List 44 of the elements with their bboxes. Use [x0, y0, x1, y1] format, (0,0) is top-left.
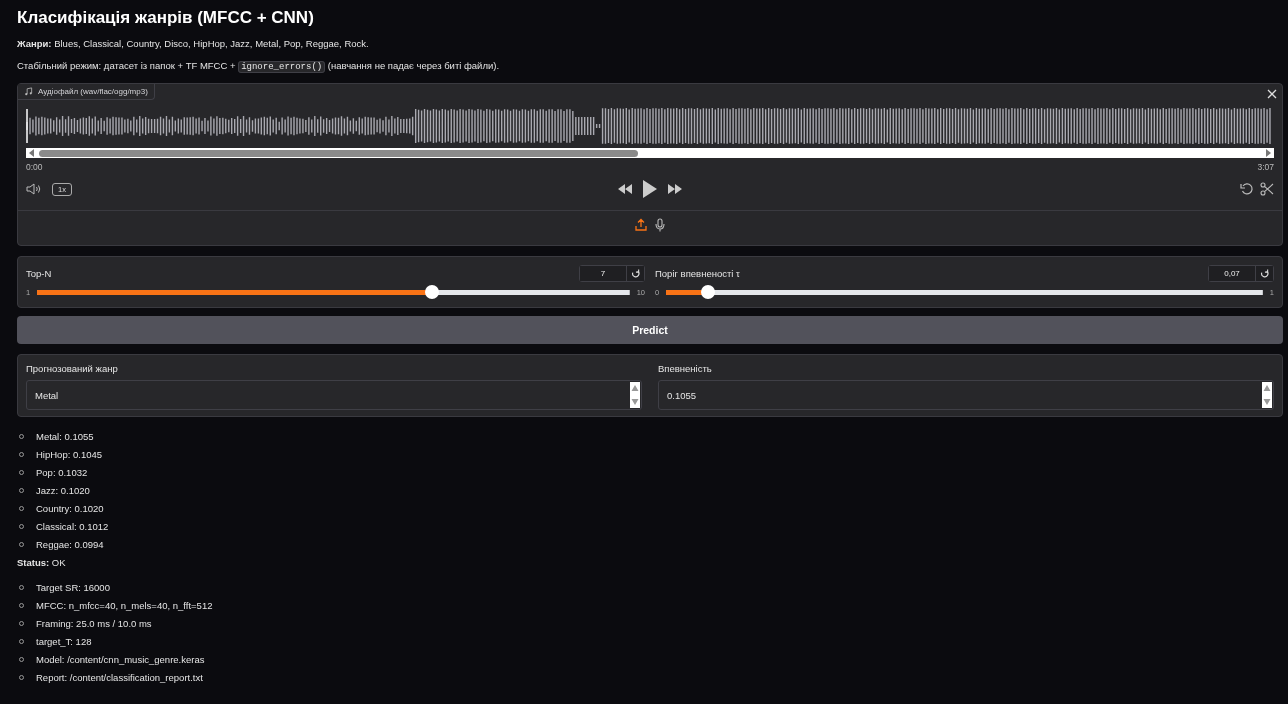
detail-item: Framing: 25.0 ms / 10.0 ms: [36, 617, 152, 629]
slider-label: Поріг впевненості τ: [655, 268, 740, 279]
scissors-icon[interactable]: [1260, 182, 1274, 196]
score-item: Jazz: 0.1020: [36, 484, 90, 496]
score-item: Pop: 0.1032: [36, 466, 88, 478]
score-item: Classical: 0.1012: [36, 520, 109, 532]
scrollbar-thumb[interactable]: [39, 149, 638, 157]
slider-label: Top-N: [26, 268, 52, 279]
rewind-icon[interactable]: [617, 183, 633, 195]
score-item: Reggae: 0.0994: [36, 538, 104, 550]
spinner-icon[interactable]: [630, 382, 640, 408]
score-item: HipHop: 0.1045: [36, 448, 103, 460]
close-icon[interactable]: [1267, 89, 1277, 99]
slider-thumb[interactable]: [700, 285, 715, 299]
scroll-left-icon[interactable]: [28, 149, 36, 157]
output-label: Впевненість: [658, 363, 713, 374]
status-text: Status: OK: [17, 557, 67, 568]
genres-text: Жанри: Blues, Classical, Country, Disco, HipHop, Jazz, Metal, Pop, Reggae, Rock.: [17, 38, 370, 49]
slider-thumb[interactable]: [425, 285, 440, 299]
undo-icon[interactable]: [1240, 182, 1254, 196]
page-title: Класифікація жанрів (MFCC + CNN): [17, 8, 315, 28]
end-time: 3:07: [1257, 162, 1274, 172]
microphone-icon[interactable]: [655, 217, 665, 232]
score-item: Country: 0.1020: [36, 502, 104, 514]
mode-description: Стабільний режим: датасет із папок + TF MFCC + ignore_errors() (навчання не падає через биті файли).: [17, 60, 501, 72]
start-time: 0:00: [26, 162, 43, 172]
detail-item: Report: /content/classification_report.txt: [36, 671, 203, 683]
predict-button[interactable]: Predict: [17, 316, 1283, 344]
play-icon[interactable]: [642, 179, 658, 199]
scroll-right-icon[interactable]: [1264, 149, 1272, 157]
music-note-icon: [24, 87, 33, 96]
detail-item: MFCC: n_mfcc=40, n_mels=40, n_fft=512: [36, 599, 213, 611]
score-item: Metal: 0.1055: [36, 430, 94, 442]
detail-item: target_T: 128: [36, 635, 92, 647]
output-field[interactable]: Metal: [26, 380, 642, 410]
output-field[interactable]: 0.1055: [658, 380, 1274, 410]
upload-icon[interactable]: [635, 218, 647, 231]
detail-item: Target SR: 16000: [36, 581, 110, 593]
output-label: Прогнозований жанр: [26, 363, 119, 374]
fast-forward-icon[interactable]: [667, 183, 683, 195]
volume-icon[interactable]: [26, 182, 42, 196]
audio-label: Аудіофайл (wav/flac/ogg/mp3): [18, 84, 155, 100]
spinner-icon[interactable]: [1262, 382, 1272, 408]
detail-item: Model: /content/cnn_music_genre.keras: [36, 653, 205, 665]
